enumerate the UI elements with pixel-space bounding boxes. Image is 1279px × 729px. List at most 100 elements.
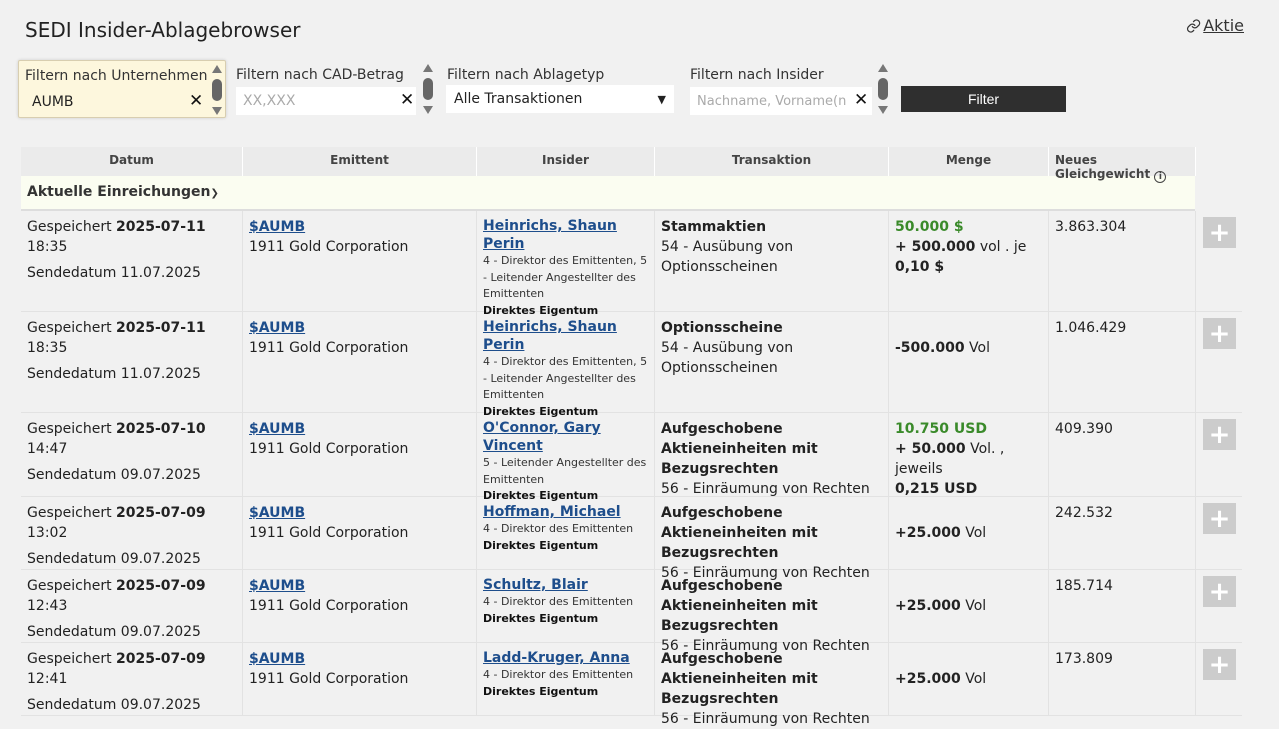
amount-price: 0,10 $: [895, 259, 945, 275]
table-row: Gespeichert 2025-07-09 13:02 Sendedatum …: [21, 497, 1242, 581]
transaction-cell: Aufgeschobene Aktieneinheiten mit Bezugs…: [655, 413, 889, 497]
insider-link[interactable]: Ladd-Kruger, Anna: [483, 650, 630, 666]
issuer-name: 1911 Gold Corporation: [249, 671, 409, 687]
transaction-cell: Optionsscheine 54 - Ausübung von Options…: [655, 312, 889, 412]
type-filter-select[interactable]: Alle Transaktionen ▼: [446, 85, 674, 113]
saved-time: 12:43: [27, 598, 68, 614]
type-filter: Filtern nach Ablagetyp Alle Transaktione…: [446, 60, 676, 118]
send-date: Sendedatum 09.07.2025: [27, 467, 201, 483]
ticker-link[interactable]: $AUMB: [249, 651, 305, 667]
table-row: Gespeichert 2025-07-09 12:43 Sendedatum …: [21, 570, 1242, 654]
insider-link[interactable]: O'Connor, Gary Vincent: [483, 420, 601, 454]
amount-unit: Vol: [960, 525, 987, 541]
saved-time: 18:35: [27, 340, 68, 356]
amount-volume: +25.000: [895, 598, 961, 614]
insider-link[interactable]: Heinrichs, Shaun Perin: [483, 319, 617, 353]
group-row-recent[interactable]: Aktuelle Einreichungen❯: [21, 176, 1195, 211]
cad-filter-input[interactable]: [236, 87, 416, 115]
ticker-link[interactable]: $AUMB: [249, 320, 305, 336]
amount-volume: -500.000: [895, 340, 965, 356]
date-cell: Gespeichert 2025-07-09 12:41 Sendedatum …: [21, 643, 243, 715]
company-filter-scrollbar[interactable]: [210, 63, 224, 117]
insider-cell: Heinrichs, Shaun Perin 4 - Direktor des …: [477, 211, 655, 317]
transaction-cell: Aufgeschobene Aktieneinheiten mit Bezugs…: [655, 497, 889, 581]
ownership-type: Direktes Eigentum: [483, 684, 599, 698]
filter-button[interactable]: Filter: [901, 86, 1066, 112]
aktie-link[interactable]: Aktie: [1186, 16, 1244, 35]
transaction-cell: Stammaktien 54 - Ausübung von Optionssch…: [655, 211, 889, 311]
saved-prefix: Gespeichert: [27, 320, 112, 336]
insider-filter-scrollbar[interactable]: [876, 62, 890, 116]
insider-role: 4 - Direktor des Emittenten: [483, 595, 634, 608]
send-date: Sendedatum 11.07.2025: [27, 366, 201, 382]
saved-time: 13:02: [27, 525, 68, 541]
send-date: Sendedatum 09.07.2025: [27, 697, 201, 713]
amount-volume: + 50.000: [895, 441, 966, 457]
amount-value: 50.000 $: [895, 219, 964, 235]
insider-link[interactable]: Schultz, Blair: [483, 577, 588, 593]
issuer-name: 1911 Gold Corporation: [249, 441, 409, 457]
saved-date: 2025-07-09: [116, 651, 206, 667]
insider-role: 4 - Direktor des Emittenten, 5 - Leitend…: [483, 254, 648, 300]
insider-role: 4 - Direktor des Emittenten: [483, 522, 634, 535]
amount-volume: +25.000: [895, 525, 961, 541]
header-datum[interactable]: Datum: [21, 147, 243, 176]
close-icon[interactable]: ✕: [189, 91, 203, 111]
action-cell: +: [1196, 643, 1242, 715]
type-filter-selected: Alle Transaktionen: [454, 91, 583, 107]
date-cell: Gespeichert 2025-07-11 18:35 Sendedatum …: [21, 211, 243, 311]
ticker-link[interactable]: $AUMB: [249, 219, 305, 235]
header-insider[interactable]: Insider: [477, 147, 655, 176]
send-date: Sendedatum 09.07.2025: [27, 624, 201, 640]
table-row: Gespeichert 2025-07-10 14:47 Sendedatum …: [21, 413, 1242, 502]
insider-filter: Filtern nach Insider ✕: [686, 60, 892, 118]
balance-value: 185.714: [1055, 578, 1113, 594]
amount-cell: 50.000 $ + 500.000 vol . je 0,10 $: [889, 211, 1049, 311]
cad-filter: Filtern nach CAD-Betrag ✕: [230, 60, 437, 118]
link-icon: [1186, 18, 1201, 33]
header-menge[interactable]: Menge: [889, 147, 1049, 176]
plus-icon[interactable]: +: [1203, 419, 1236, 450]
table-row: Gespeichert 2025-07-11 18:35 Sendedatum …: [21, 211, 1242, 317]
balance-value: 173.809: [1055, 651, 1113, 667]
amount-volume: +25.000: [895, 671, 961, 687]
insider-cell: Hoffman, Michael 4 - Direktor des Emitte…: [477, 497, 655, 569]
plus-icon[interactable]: +: [1203, 318, 1236, 349]
send-date: Sendedatum 09.07.2025: [27, 551, 201, 567]
insider-filter-input[interactable]: [690, 87, 872, 115]
close-icon[interactable]: ✕: [854, 90, 868, 110]
security-type: Optionsscheine: [661, 320, 783, 336]
type-filter-label: Filtern nach Ablagetyp: [447, 67, 605, 83]
amount-cell: +25.000 Vol: [889, 643, 1049, 715]
company-filter-input[interactable]: [25, 88, 211, 116]
saved-time: 14:47: [27, 441, 68, 457]
cad-filter-scrollbar[interactable]: [421, 62, 435, 116]
plus-icon[interactable]: +: [1203, 576, 1236, 607]
info-icon[interactable]: i: [1154, 171, 1167, 183]
insider-link[interactable]: Heinrichs, Shaun Perin: [483, 218, 617, 252]
ticker-link[interactable]: $AUMB: [249, 505, 305, 521]
plus-icon[interactable]: +: [1203, 217, 1236, 248]
security-type: Stammaktien: [661, 219, 767, 235]
plus-icon[interactable]: +: [1203, 503, 1236, 534]
header-transaktion[interactable]: Transaktion: [655, 147, 889, 176]
issuer-cell: $AUMB 1911 Gold Corporation: [243, 643, 477, 715]
header-emittent[interactable]: Emittent: [243, 147, 477, 176]
header-gleichgewicht[interactable]: Neues Gleichgewicht i: [1049, 147, 1196, 183]
balance-value: 242.532: [1055, 505, 1113, 521]
balance-cell: 3.863.304: [1049, 211, 1196, 311]
insider-link[interactable]: Hoffman, Michael: [483, 504, 621, 520]
date-cell: Gespeichert 2025-07-11 18:35 Sendedatum …: [21, 312, 243, 412]
page-title: SEDI Insider-Ablagebrowser: [25, 18, 301, 42]
ticker-link[interactable]: $AUMB: [249, 578, 305, 594]
issuer-name: 1911 Gold Corporation: [249, 525, 409, 541]
insider-role: 4 - Direktor des Emittenten: [483, 668, 634, 681]
close-icon[interactable]: ✕: [400, 90, 414, 110]
date-cell: Gespeichert 2025-07-09 13:02 Sendedatum …: [21, 497, 243, 569]
balance-cell: 1.046.429: [1049, 312, 1196, 412]
company-filter-label: Filtern nach Unternehmen: [25, 68, 208, 84]
issuer-name: 1911 Gold Corporation: [249, 239, 409, 255]
ticker-link[interactable]: $AUMB: [249, 421, 305, 437]
transaction-type: 56 - Einräumung von Rechten: [661, 711, 870, 727]
plus-icon[interactable]: +: [1203, 649, 1236, 680]
